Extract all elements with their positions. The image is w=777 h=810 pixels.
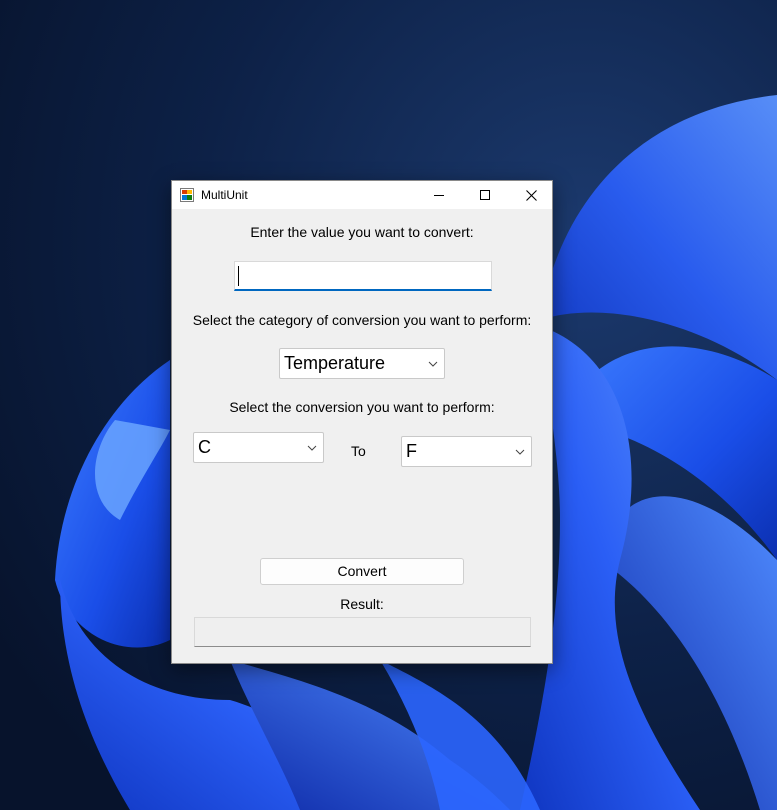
value-prompt-label: Enter the value you want to convert: bbox=[250, 224, 474, 240]
category-select-value: Temperature bbox=[284, 353, 386, 373]
maximize-button[interactable] bbox=[462, 181, 508, 209]
result-label: Result: bbox=[340, 596, 384, 612]
chevron-down-icon bbox=[428, 361, 438, 367]
to-unit-select[interactable]: F bbox=[401, 436, 532, 467]
to-label: To bbox=[351, 443, 366, 459]
chevron-down-icon bbox=[515, 449, 525, 455]
category-select[interactable]: Temperature bbox=[279, 348, 445, 379]
app-icon bbox=[180, 188, 194, 202]
text-caret bbox=[238, 266, 239, 286]
value-input[interactable] bbox=[234, 261, 492, 291]
conversion-prompt-label: Select the conversion you want to perfor… bbox=[229, 399, 495, 415]
close-icon bbox=[525, 189, 537, 201]
window-title: MultiUnit bbox=[201, 188, 248, 202]
convert-button[interactable]: Convert bbox=[260, 558, 464, 585]
category-prompt-label: Select the category of conversion you wa… bbox=[192, 312, 532, 328]
title-bar[interactable]: MultiUnit bbox=[172, 181, 552, 209]
to-unit-value: F bbox=[406, 441, 417, 461]
close-button[interactable] bbox=[508, 181, 554, 209]
from-unit-value: C bbox=[198, 437, 211, 457]
from-unit-select[interactable]: C bbox=[193, 432, 324, 463]
minimize-icon bbox=[434, 195, 444, 196]
result-output bbox=[194, 617, 531, 647]
chevron-down-icon bbox=[307, 445, 317, 451]
minimize-button[interactable] bbox=[416, 181, 462, 209]
multiunit-window: MultiUnit Enter the value you want to co… bbox=[171, 180, 553, 664]
maximize-icon bbox=[480, 190, 490, 200]
